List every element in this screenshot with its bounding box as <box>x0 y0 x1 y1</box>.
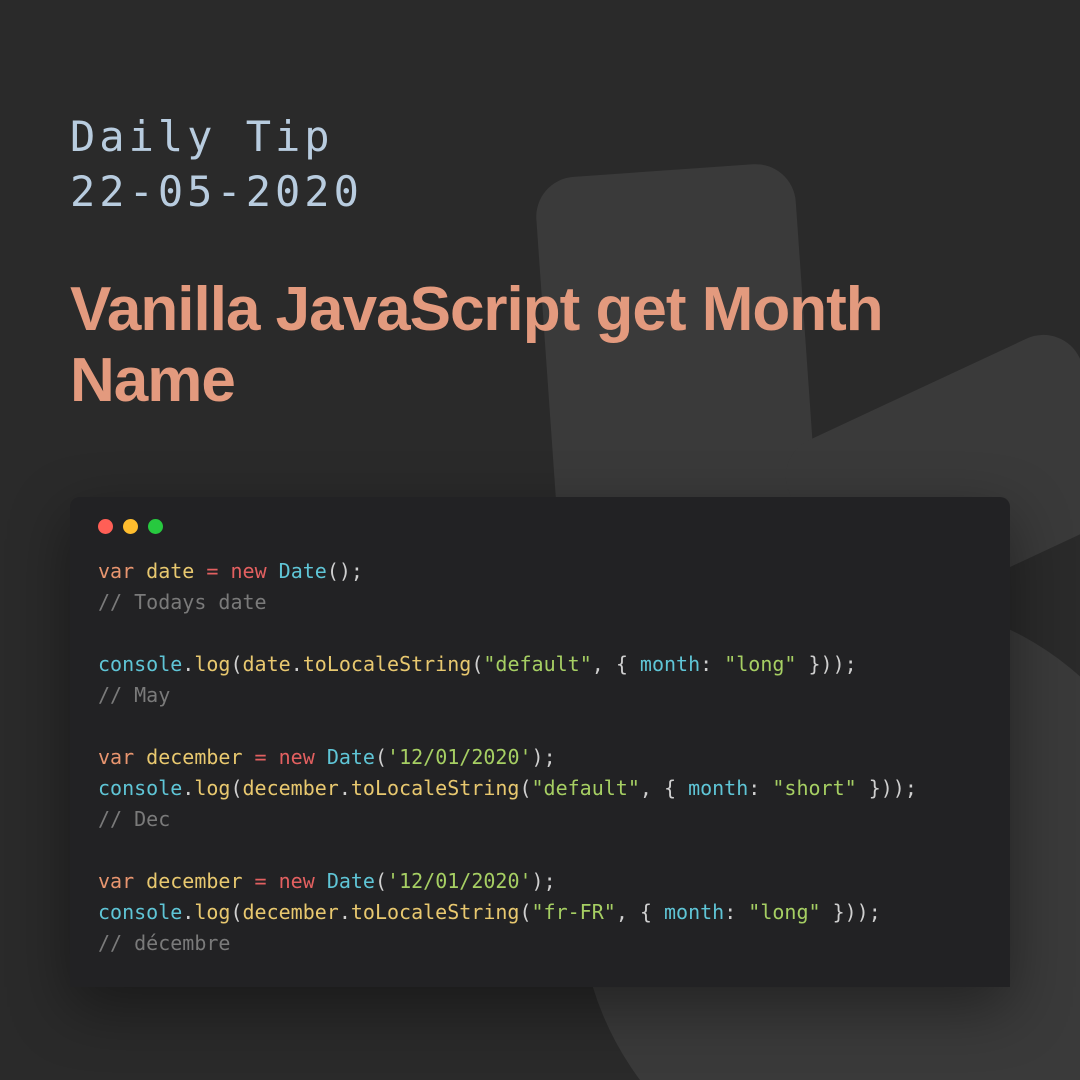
code-block: var date = new Date(); // Todays date co… <box>98 556 982 959</box>
object: console <box>98 652 182 676</box>
class-name: Date <box>327 869 375 893</box>
punctuation: . <box>182 652 194 676</box>
punctuation: ( <box>375 745 387 769</box>
comment: // Todays date <box>98 590 267 614</box>
punctuation: ( <box>230 652 242 676</box>
punctuation: : <box>724 900 748 924</box>
punctuation: ( <box>230 776 242 800</box>
method: toLocaleString <box>351 900 520 924</box>
identifier: date <box>146 559 194 583</box>
function: log <box>194 652 230 676</box>
content-wrapper: Daily Tip 22-05-2020 Vanilla JavaScript … <box>0 0 1080 987</box>
operator: = <box>255 869 267 893</box>
punctuation: })); <box>857 776 917 800</box>
punctuation: })); <box>796 652 856 676</box>
code-window: var date = new Date(); // Todays date co… <box>70 497 1010 987</box>
eyebrow-label: Daily Tip 22-05-2020 <box>70 110 1010 219</box>
comment: // décembre <box>98 931 230 955</box>
punctuation: ( <box>230 900 242 924</box>
close-icon <box>98 519 113 534</box>
punctuation: , { <box>640 776 688 800</box>
punctuation: . <box>291 652 303 676</box>
punctuation: : <box>700 652 724 676</box>
function: log <box>194 900 230 924</box>
keyword-var: var <box>98 745 134 769</box>
string: "default" <box>483 652 591 676</box>
operator: = <box>255 745 267 769</box>
punctuation: . <box>182 776 194 800</box>
identifier: december <box>243 900 339 924</box>
operator: = <box>206 559 218 583</box>
string: "long" <box>748 900 820 924</box>
method: toLocaleString <box>351 776 520 800</box>
keyword-var: var <box>98 559 134 583</box>
keyword-var: var <box>98 869 134 893</box>
object: console <box>98 776 182 800</box>
punctuation: })); <box>821 900 881 924</box>
punctuation: ); <box>532 745 556 769</box>
punctuation: ( <box>471 652 483 676</box>
identifier: date <box>243 652 291 676</box>
string: '12/01/2020' <box>387 869 532 893</box>
keyword-new: new <box>279 869 315 893</box>
string: "fr-FR" <box>532 900 616 924</box>
string: '12/01/2020' <box>387 745 532 769</box>
punctuation: ( <box>375 869 387 893</box>
keyword-new: new <box>230 559 266 583</box>
string: "default" <box>532 776 640 800</box>
punctuation: ( <box>519 900 531 924</box>
keyword-new: new <box>279 745 315 769</box>
maximize-icon <box>148 519 163 534</box>
page-title: Vanilla JavaScript get Month Name <box>70 274 1010 417</box>
comment: // May <box>98 683 170 707</box>
punctuation: ); <box>532 869 556 893</box>
window-traffic-lights <box>98 519 982 534</box>
property: month <box>640 652 700 676</box>
method: toLocaleString <box>303 652 472 676</box>
punctuation: (); <box>327 559 363 583</box>
punctuation: . <box>182 900 194 924</box>
eyebrow-line1: Daily Tip <box>70 110 1010 165</box>
punctuation: . <box>339 900 351 924</box>
string: "short" <box>772 776 856 800</box>
class-name: Date <box>279 559 327 583</box>
property: month <box>664 900 724 924</box>
punctuation: : <box>748 776 772 800</box>
string: "long" <box>724 652 796 676</box>
eyebrow-line2: 22-05-2020 <box>70 165 1010 220</box>
comment: // Dec <box>98 807 170 831</box>
function: log <box>194 776 230 800</box>
punctuation: ( <box>519 776 531 800</box>
class-name: Date <box>327 745 375 769</box>
identifier: december <box>243 776 339 800</box>
object: console <box>98 900 182 924</box>
punctuation: , { <box>592 652 640 676</box>
property: month <box>688 776 748 800</box>
punctuation: , { <box>616 900 664 924</box>
punctuation: . <box>339 776 351 800</box>
minimize-icon <box>123 519 138 534</box>
identifier: december <box>146 869 242 893</box>
identifier: december <box>146 745 242 769</box>
